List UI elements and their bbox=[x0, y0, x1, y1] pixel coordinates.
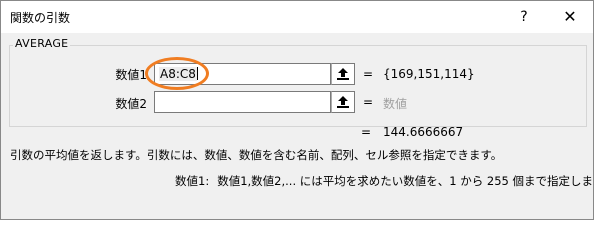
arg1-label: 数値1 bbox=[115, 68, 147, 82]
dialog-title: 関数の引数 bbox=[10, 11, 71, 25]
argument-help-text: 数値1,数値2,... には平均を求めたい数値を、1 から 255 個まで指定し… bbox=[217, 174, 594, 188]
title-bar: 関数の引数 ? ✕ bbox=[1, 1, 593, 33]
highlight-ring bbox=[145, 57, 209, 90]
collapse-arrow-icon bbox=[337, 96, 349, 108]
result-equals: = bbox=[361, 125, 372, 139]
argument-help: 数値1: 数値1,数値2,... には平均を求めたい数値を、1 から 255 個ま… bbox=[175, 173, 594, 189]
arg2-result-placeholder: 数値 bbox=[383, 97, 408, 111]
function-name: AVERAGE bbox=[13, 37, 71, 50]
arg2-input[interactable] bbox=[154, 91, 331, 113]
collapse-arrow-icon bbox=[337, 68, 349, 80]
function-arguments-dialog: 関数の引数 ? ✕ AVERAGE 数値1 A8:C8 = {169,151,1… bbox=[0, 0, 594, 220]
function-group: AVERAGE bbox=[9, 37, 587, 127]
function-description: 引数の平均値を返します。引数には、数値、数値を含む名前、配列、セル参照を指定でき… bbox=[10, 148, 503, 162]
argument-help-name: 数値1: bbox=[175, 174, 210, 188]
arg1-equals: = bbox=[363, 67, 374, 81]
arg1-result: {169,151,114} bbox=[383, 67, 475, 81]
help-button[interactable]: ? bbox=[501, 1, 547, 33]
arg1-collapse-button[interactable] bbox=[331, 63, 355, 85]
close-button[interactable]: ✕ bbox=[547, 1, 593, 33]
arg2-collapse-button[interactable] bbox=[331, 91, 355, 113]
formula-result: 144.6666667 bbox=[383, 125, 464, 139]
arg2-equals: = bbox=[363, 95, 374, 109]
arg2-label: 数値2 bbox=[115, 97, 147, 111]
